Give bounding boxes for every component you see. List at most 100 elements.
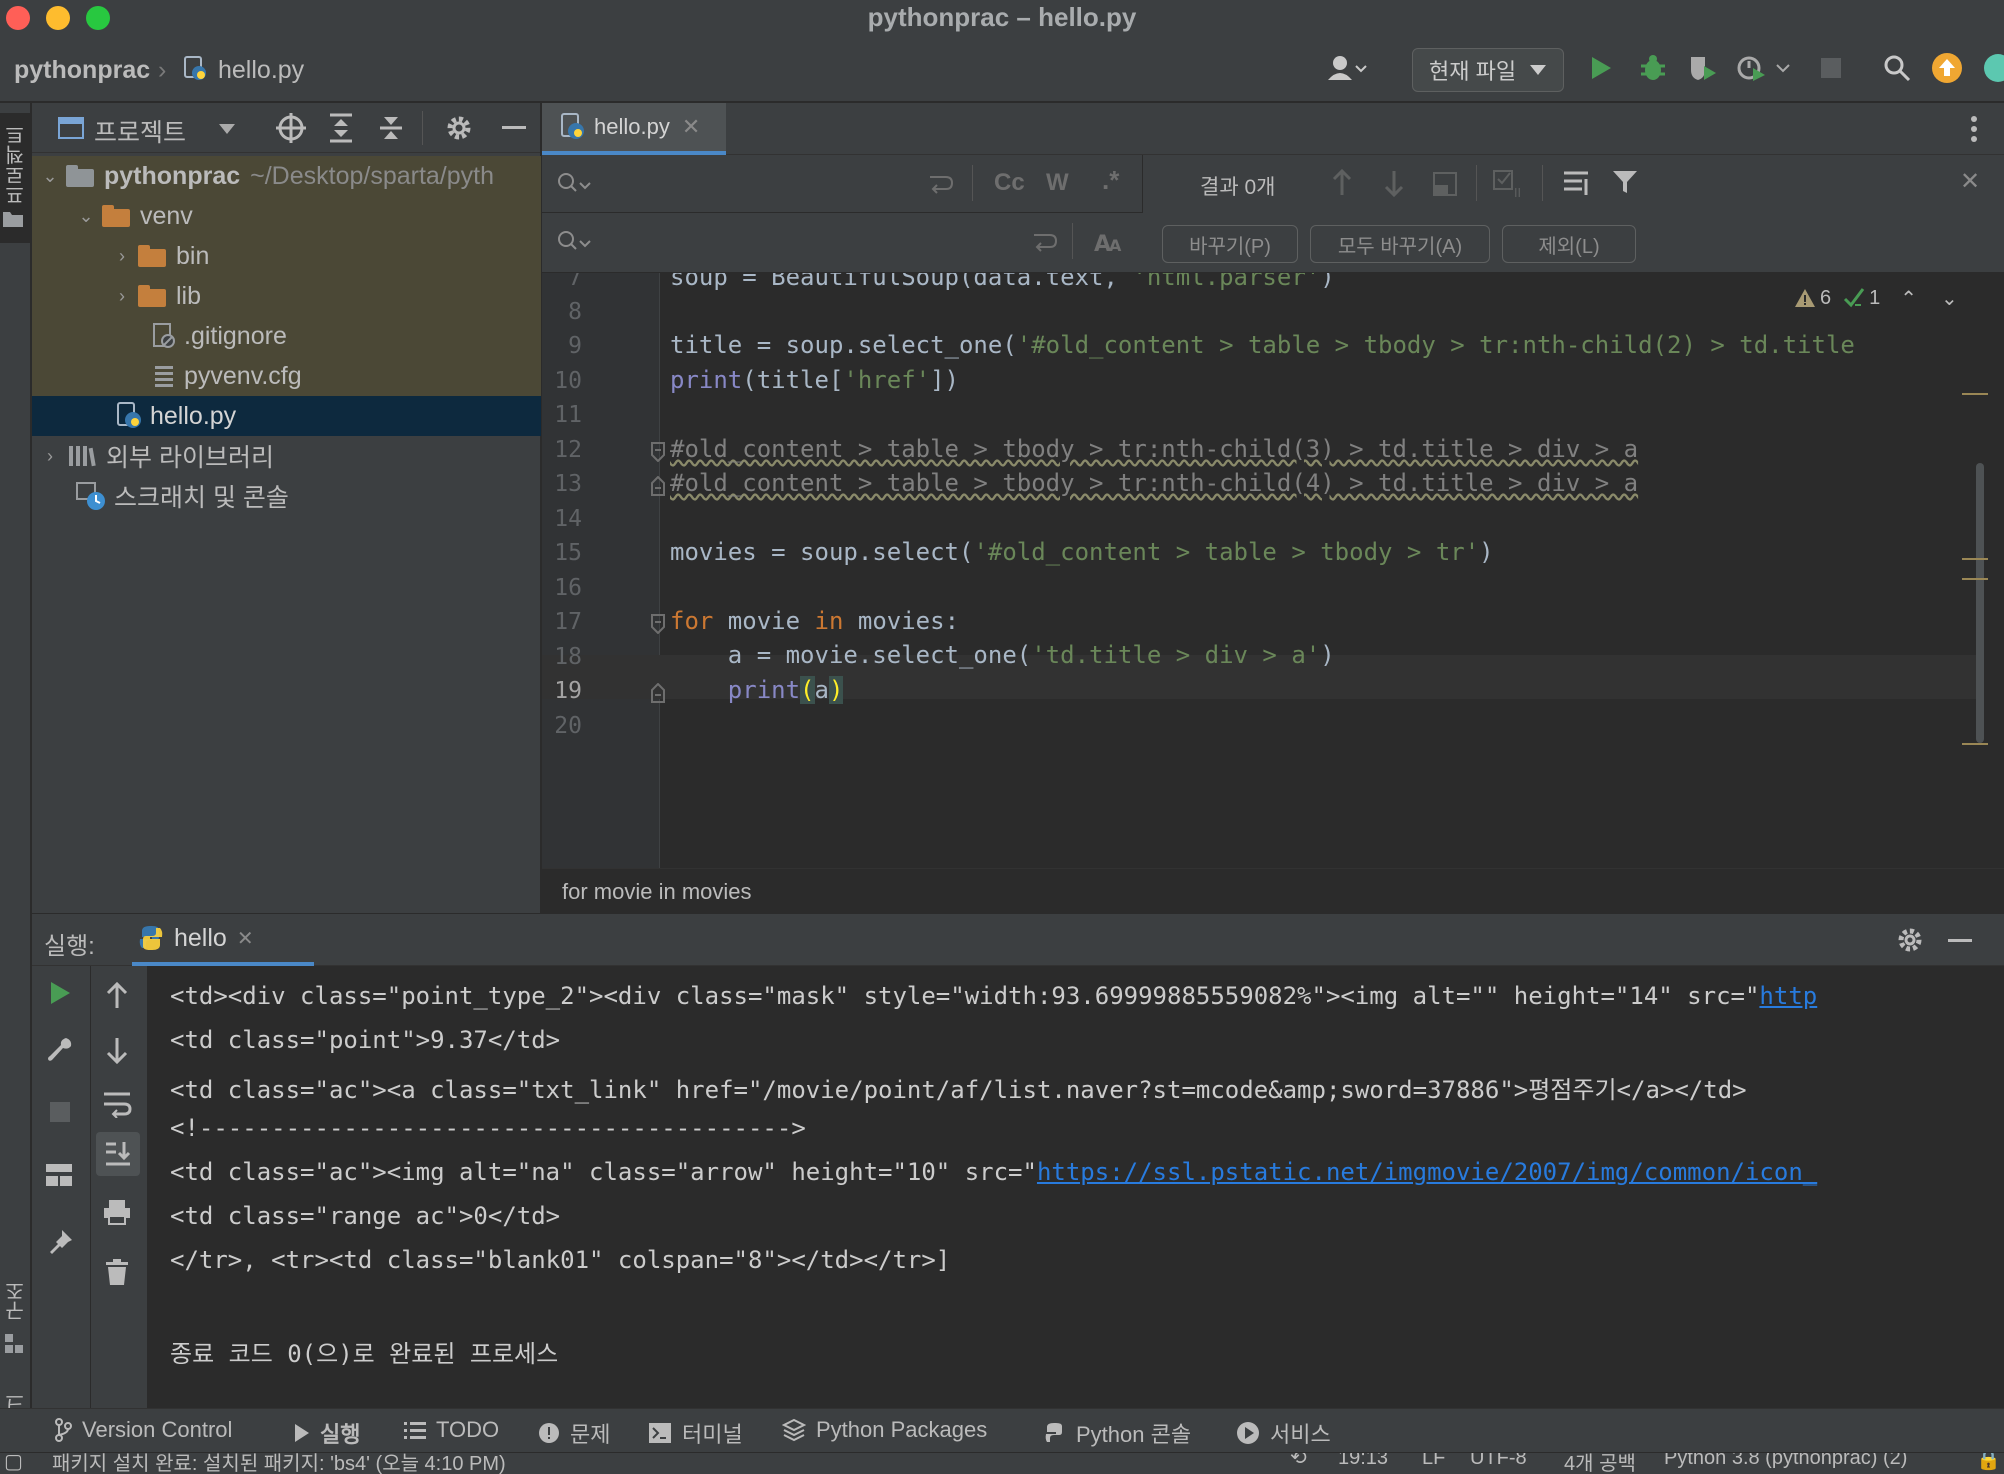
locate-target-icon[interactable] [276,113,306,143]
vertical-scrollbar[interactable] [1976,463,1984,743]
wrench-icon[interactable] [46,1036,74,1064]
search-input[interactable]: Cc W .* [542,155,1142,213]
structure-tool-button[interactable]: 구조 [0,1281,31,1361]
gear-icon[interactable] [1896,926,1924,954]
python-interpreter[interactable]: Python 3.8 (pythonprac) (2) [1664,1453,1907,1470]
close-icon[interactable]: ✕ [237,926,254,951]
new-line-icon[interactable] [1032,231,1058,253]
expand-all-icon[interactable] [328,113,354,143]
close-icon[interactable]: ✕ [1960,167,1980,196]
chevron-down-icon[interactable]: ⌄ [1941,286,1958,311]
layout-icon[interactable] [44,1162,74,1188]
run-tab-hello[interactable]: hello ✕ [132,914,314,966]
fold-marker-icon[interactable] [650,476,666,496]
panel-toggle-icon[interactable]: ▢ [4,1453,23,1474]
user-account-icon[interactable] [1318,46,1378,90]
run-config-selector[interactable]: 현재 파일 [1412,48,1564,92]
stop-button[interactable] [1816,46,1846,90]
arrow-up-icon[interactable] [1330,169,1354,197]
tab-problems[interactable]: 문제 [538,1417,610,1449]
breadcrumb-file[interactable]: hello.py [218,56,304,85]
replace-input[interactable]: AA [542,213,1142,273]
shield-run-icon [1691,57,1716,80]
pin-icon[interactable] [48,1228,74,1256]
tab-python-console[interactable]: Python 콘솔 [1044,1417,1191,1449]
regex-toggle[interactable]: .* [1102,165,1119,196]
update-button[interactable] [1930,46,1964,90]
console-link[interactable]: https://ssl.pstatic.net/imgmovie/2007/im… [1037,1158,1817,1186]
console-line: <td class="range ac">0</td> [170,1202,561,1230]
new-line-icon[interactable] [928,173,954,195]
line-separator[interactable]: LF [1422,1453,1445,1470]
console-output[interactable]: <td><div class="point_type_2"><div class… [148,966,2004,1408]
tree-item-root[interactable]: ⌄ pythonprac ~/Desktop/sparta/pyth [32,156,541,196]
indent-setting[interactable]: 4개 공백 [1564,1453,1636,1474]
profile-button[interactable] [1734,46,1804,90]
info-icon [539,1423,559,1443]
console-line: <td class="ac"><img alt="na" class="arro… [170,1158,1818,1186]
caret-position[interactable]: 19:13 [1338,1453,1388,1470]
tree-item-external-libraries[interactable]: › 외부 라이브러리 [32,436,541,476]
editor-breadcrumb[interactable]: for movie in movies [542,868,2004,913]
exclude-button[interactable]: 제외(L) [1502,225,1636,263]
arrow-up-icon[interactable] [104,982,130,1010]
scroll-to-end-toggle[interactable] [96,1132,140,1176]
gear-icon[interactable] [444,113,474,143]
fold-marker-icon[interactable] [650,614,666,634]
tab-run[interactable]: 실행 [294,1417,360,1449]
close-icon[interactable]: ✕ [682,114,700,140]
fold-marker-icon[interactable] [650,442,666,462]
tree-item-pyvenv[interactable]: pyvenv.cfg [32,356,541,396]
trash-icon[interactable] [104,1258,130,1286]
tab-todo[interactable]: TODO [404,1417,499,1443]
fold-marker-icon[interactable] [650,683,666,703]
tab-services[interactable]: 서비스 [1236,1417,1331,1449]
tab-terminal[interactable]: 터미널 [648,1417,743,1449]
lock-icon[interactable]: 🔒 [1976,1453,2001,1472]
tab-hello-py[interactable]: hello.py ✕ [542,103,726,155]
tree-item-venv[interactable]: ⌄ venv [32,196,541,236]
file-encoding[interactable]: UTF-8 [1470,1453,1527,1470]
replace-all-button[interactable]: 모두 바꾸기(A) [1310,225,1490,263]
status-message[interactable]: 패키지 설치 완료: 설치된 패키지: 'bs4' (오늘 4:10 PM) [52,1453,506,1474]
whole-words-toggle[interactable]: W [1046,169,1069,197]
breadcrumb-project[interactable]: pythonprac [14,56,150,85]
hide-panel-icon[interactable] [1948,938,1972,944]
run-button[interactable] [1586,46,1616,90]
line-number: 11 [554,402,582,428]
more-options-icon[interactable] [1964,113,1984,145]
filter-lines-icon[interactable] [1562,169,1592,197]
code-editor[interactable]: 7 8 9 10 11 12 13 14 15 16 17 18 19 20 s… [542,273,2004,868]
sync-icon[interactable]: ⟲ [1290,1453,1307,1470]
soft-wrap-icon[interactable] [102,1090,132,1118]
chevron-right-icon: › [47,445,53,466]
tree-item-gitignore[interactable]: .gitignore [32,316,541,356]
hide-panel-icon[interactable] [502,125,526,131]
project-panel-title[interactable]: 프로젝트 [94,113,186,149]
tree-item-lib[interactable]: › lib [32,276,541,316]
chevron-down-icon[interactable] [218,123,236,135]
filter-icon[interactable] [1612,169,1638,195]
arrow-down-icon[interactable] [104,1036,130,1064]
print-icon[interactable] [102,1198,132,1226]
inspection-widget[interactable]: 6 1 ⌃ ⌄ [1794,283,1958,313]
preserve-case-icon[interactable]: AA [1094,229,1124,255]
assistant-icon[interactable] [1982,46,2004,90]
rerun-icon[interactable] [48,980,72,1006]
match-case-toggle[interactable]: Cc [994,169,1025,197]
tab-python-packages[interactable]: Python Packages [782,1417,987,1443]
in-selection-icon[interactable]: II [1492,169,1528,199]
tree-item-scratches[interactable]: 스크래치 및 콘솔 [32,476,541,516]
debug-button[interactable] [1636,46,1670,90]
tab-version-control[interactable]: Version Control [54,1417,232,1443]
search-button[interactable] [1880,46,1914,90]
tree-item-bin[interactable]: › bin [32,236,541,276]
tree-item-hello-py[interactable]: hello.py [32,396,541,436]
chevron-up-icon[interactable]: ⌃ [1900,286,1917,311]
collapse-all-icon[interactable] [378,113,404,143]
replace-button[interactable]: 바꾸기(P) [1162,225,1298,263]
arrow-down-icon[interactable] [1382,169,1406,197]
stop-icon[interactable] [48,1100,72,1124]
coverage-button[interactable] [1686,46,1720,90]
select-all-occurrences-icon[interactable] [1432,171,1458,197]
